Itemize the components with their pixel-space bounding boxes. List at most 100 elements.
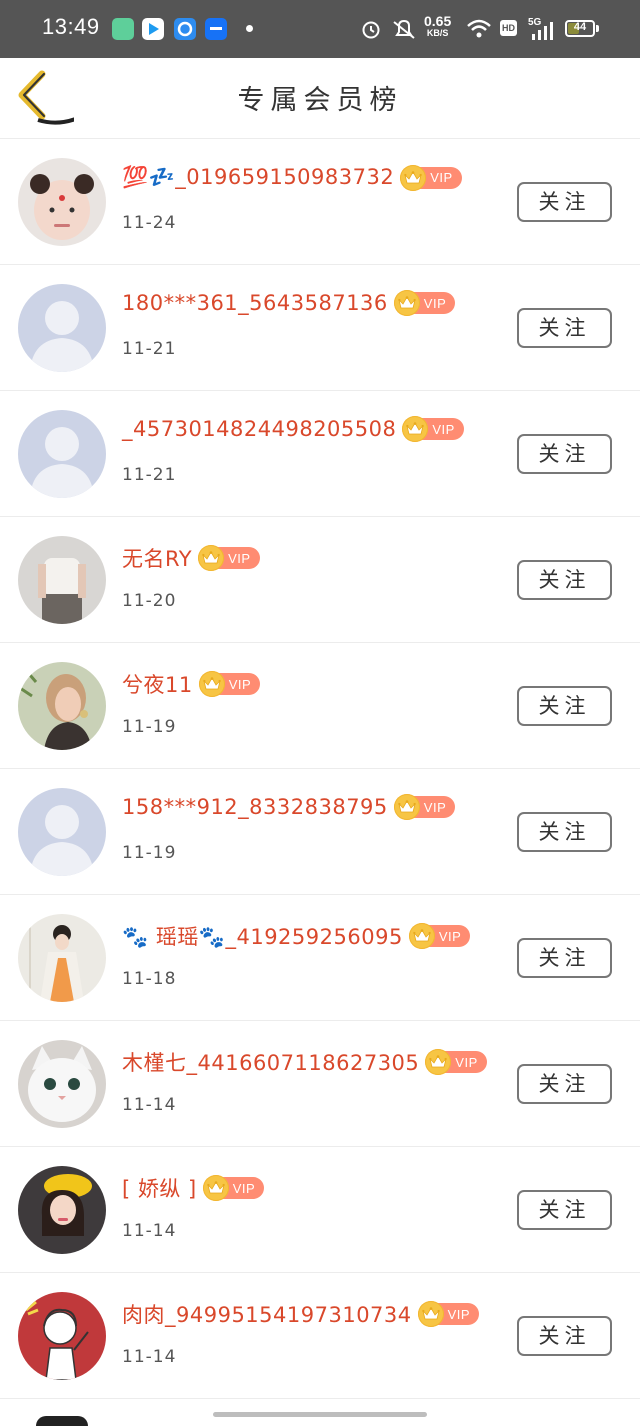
member-name-line: [ 娇纵 ] VIP (122, 1173, 265, 1203)
avatar[interactable] (18, 1040, 106, 1128)
list-item[interactable]: 肉肉_94995154197310734 VIP 11-14 关注 (0, 1273, 640, 1399)
member-name[interactable]: 木槿七_4416607118627305 (122, 1047, 419, 1077)
member-list: 💯💤_019659150983732 VIP 11-24 关注 180***361_56… (0, 139, 640, 1399)
vip-label: VIP (438, 928, 462, 944)
member-date: 11-20 (122, 591, 177, 611)
member-name[interactable]: [ 娇纵 ] (122, 1173, 197, 1203)
vip-badge: VIP (393, 794, 456, 820)
list-item[interactable]: 158***912_8332838795 VIP 11-19 关注 (0, 769, 640, 895)
avatar[interactable] (18, 662, 106, 750)
member-name[interactable]: 158***912_8332838795 (122, 795, 388, 819)
member-name[interactable]: 无名RY (122, 543, 192, 573)
member-name[interactable]: 肉肉_94995154197310734 (122, 1299, 412, 1329)
avatar[interactable] (18, 788, 106, 876)
member-date: 11-18 (122, 969, 177, 989)
member-name-line: 无名RY VIP (122, 543, 260, 573)
follow-button[interactable]: 关注 (517, 308, 612, 348)
follow-button[interactable]: 关注 (517, 182, 612, 222)
follow-button[interactable]: 关注 (517, 686, 612, 726)
avatar[interactable] (18, 536, 106, 624)
crown-badge (393, 794, 420, 820)
follow-button[interactable]: 关注 (517, 560, 612, 600)
crown-icon (404, 170, 422, 183)
vip-badge: VIP (408, 923, 471, 949)
network-speed: 0.65 KB/S (424, 14, 451, 39)
signal-icon (532, 22, 553, 40)
battery-percent: 44 (573, 21, 587, 33)
follow-button[interactable]: 关注 (517, 434, 612, 474)
member-name-line: 肉肉_94995154197310734 VIP (122, 1299, 480, 1329)
member-name-line: _4573014824498205508 VIP (122, 416, 464, 442)
list-item[interactable]: [ 娇纵 ] VIP 11-14 关注 (0, 1147, 640, 1273)
crown-badge (393, 290, 420, 316)
member-date: 11-24 (122, 213, 177, 233)
vip-label: VIP (423, 295, 447, 311)
list-item[interactable]: 兮夜11 VIP 11-19 关注 (0, 643, 640, 769)
mute-icon (393, 19, 415, 39)
member-date: 11-19 (122, 843, 177, 863)
list-item[interactable]: 🐾 瑶瑶🐾_419259256095 VIP 11-18 关注 (0, 895, 640, 1021)
follow-button[interactable]: 关注 (517, 1064, 612, 1104)
crown-icon (202, 677, 221, 690)
member-date: 11-21 (122, 339, 177, 359)
crown-icon (413, 929, 431, 942)
member-name[interactable]: _4573014824498205508 (122, 417, 396, 441)
avatar[interactable] (18, 1166, 106, 1254)
vip-label: VIP (423, 799, 447, 815)
home-indicator[interactable] (213, 1412, 427, 1417)
vip-label: VIP (430, 170, 453, 185)
vip-badge: VIP (425, 1049, 487, 1075)
crown-badge (198, 545, 225, 571)
list-item[interactable]: 木槿七_4416607118627305 VIP 11-14 关注 (0, 1021, 640, 1147)
crown-badge (198, 671, 225, 697)
wifi-icon (467, 19, 491, 38)
follow-button[interactable]: 关注 (517, 812, 612, 852)
member-date: 11-14 (122, 1221, 177, 1241)
vip-badge: VIP (402, 416, 464, 442)
list-item[interactable]: 180***361_5643587136 VIP 11-21 关注 (0, 265, 640, 391)
alarm-icon (362, 21, 380, 39)
member-name-line: 158***912_8332838795 VIP (122, 794, 456, 820)
member-name[interactable]: 180***361_5643587136 (122, 291, 388, 315)
speed-unit: KB/S (426, 28, 449, 38)
avatar[interactable] (18, 284, 106, 372)
vip-label: VIP (455, 1054, 478, 1070)
vip-badge: VIP (417, 1301, 480, 1327)
vip-badge: VIP (400, 164, 462, 191)
list-item[interactable]: 💯💤_019659150983732 VIP 11-24 关注 (0, 139, 640, 265)
avatar[interactable] (18, 914, 106, 1002)
member-name-line: 🐾 瑶瑶🐾_419259256095 VIP (122, 921, 471, 951)
member-name-line: 180***361_5643587136 VIP (122, 290, 456, 316)
app-green-icon (112, 18, 134, 40)
list-item[interactable]: 无名RY VIP 11-20 关注 (0, 517, 640, 643)
member-name[interactable]: 🐾 瑶瑶🐾_419259256095 (122, 921, 403, 951)
notification-dot-icon (246, 25, 253, 32)
follow-button[interactable]: 关注 (517, 1190, 612, 1230)
follow-button[interactable]: 关注 (517, 938, 612, 978)
status-time: 13:49 (42, 14, 100, 39)
vip-badge: VIP (198, 545, 260, 571)
page-title: 专属会员榜 (237, 85, 403, 116)
follow-button[interactable]: 关注 (517, 1316, 612, 1356)
member-name[interactable]: 💯💤_019659150983732 (122, 165, 394, 190)
avatar[interactable] (18, 410, 106, 498)
avatar[interactable] (18, 1292, 106, 1380)
list-item[interactable]: _4573014824498205508 VIP 11-21 关注 (0, 391, 640, 517)
avatar[interactable] (18, 158, 106, 246)
page-header: 专属会员榜 (0, 58, 640, 139)
vip-label: VIP (228, 550, 251, 566)
member-name-line: 兮夜11 VIP (122, 669, 261, 699)
member-name[interactable]: 兮夜11 (122, 669, 193, 699)
app-video-icon (142, 18, 164, 40)
battery-cap (596, 25, 599, 32)
crown-icon (202, 551, 220, 564)
member-name-line: 💯💤_019659150983732 VIP (122, 164, 462, 191)
crown-icon (421, 1307, 440, 1320)
member-date: 11-21 (122, 465, 177, 485)
battery-icon: 44 (565, 20, 595, 37)
crown-icon (406, 422, 425, 435)
crown-badge (402, 416, 429, 442)
crown-icon (398, 296, 416, 309)
vip-label: VIP (447, 1306, 471, 1322)
member-name-line: 木槿七_4416607118627305 VIP (122, 1047, 487, 1077)
